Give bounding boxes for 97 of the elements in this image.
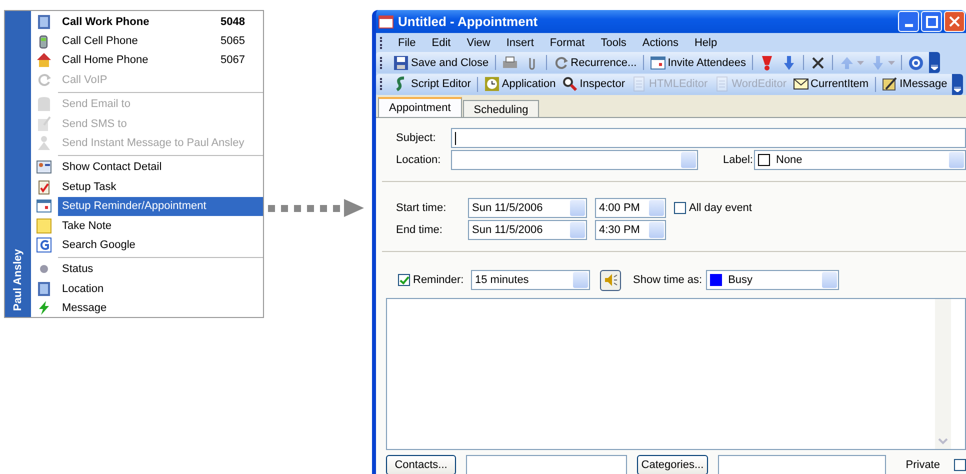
maximize-button[interactable] <box>921 11 942 32</box>
checkbox-label: Reminder: <box>412 274 465 286</box>
document-icon <box>631 76 647 92</box>
tab[interactable]: Scheduling <box>462 100 540 118</box>
envelope-icon <box>792 76 809 92</box>
save-icon <box>393 54 409 71</box>
pen-icon <box>882 76 898 92</box>
contact-name: Paul Ansley <box>12 249 24 311</box>
categories-button[interactable]: Categories... <box>637 455 708 474</box>
g-logo-icon <box>36 236 52 253</box>
caret-icon <box>888 60 895 65</box>
sticky-note-icon <box>36 218 52 234</box>
contact-card-icon <box>36 159 52 176</box>
clock-icon <box>484 76 500 92</box>
checkbox[interactable] <box>674 202 686 214</box>
lightning-icon <box>36 300 52 316</box>
field-label: Location: <box>395 154 442 166</box>
calendar-icon <box>650 54 666 71</box>
menu-item[interactable]: Call Home Phone 5067 <box>58 50 263 70</box>
menu-item[interactable]: Insert <box>498 36 542 49</box>
categories-field[interactable] <box>718 455 886 474</box>
date-combo[interactable]: Sun 11/5/2006 <box>468 220 587 240</box>
label-combo[interactable]: None <box>754 150 966 170</box>
calendar-icon <box>378 14 394 30</box>
menu-item[interactable]: Setup Task <box>58 177 263 197</box>
refresh-icon <box>552 54 569 71</box>
menu-item[interactable]: Take Note <box>58 216 263 236</box>
field-label: Show time as: <box>632 274 702 286</box>
menu-item[interactable]: Status <box>58 260 263 280</box>
menu-item[interactable]: Location <box>58 279 263 298</box>
up-arrow-icon <box>838 54 855 71</box>
toolbar-button[interactable]: Inspector <box>558 74 628 95</box>
checkbox-label: All day event <box>688 202 752 214</box>
close-button[interactable] <box>944 11 965 32</box>
checkbox[interactable] <box>954 459 966 472</box>
toolbar-button[interactable]: Invite Attendees <box>646 52 749 74</box>
menu-item[interactable]: Tools <box>592 36 634 49</box>
notepad-icon <box>36 116 52 132</box>
printer-icon <box>502 54 518 71</box>
menu-item[interactable]: Call Cell Phone 5065 <box>58 31 263 51</box>
speech-bubble-icon <box>36 96 52 112</box>
field-label: Start time: <box>395 202 448 214</box>
minimize-icon <box>904 24 912 28</box>
menu-item[interactable]: File <box>390 36 424 49</box>
sound-button[interactable] <box>600 270 621 291</box>
field-label: Label: <box>722 154 754 166</box>
toolbar-options-button[interactable] <box>952 74 964 95</box>
menu-item[interactable]: Message <box>58 298 263 318</box>
subject-field[interactable] <box>451 128 966 148</box>
menu-item[interactable]: Setup Reminder/Appointment <box>58 196 263 216</box>
chevron-down-icon <box>937 437 949 446</box>
location-combo[interactable] <box>451 150 698 170</box>
speaker-icon <box>604 273 618 288</box>
menu-item[interactable]: Search Google <box>58 235 263 255</box>
contacts-button[interactable]: Contacts... <box>386 455 456 474</box>
maximize-icon <box>926 16 938 28</box>
menu-item[interactable]: Actions <box>634 36 686 49</box>
time-combo[interactable]: 4:00 PM <box>595 198 666 218</box>
toolbar-button[interactable]: IMessage <box>878 74 950 95</box>
window-title: Untitled - Appointment <box>398 14 539 30</box>
field-label: End time: <box>395 224 444 236</box>
magnifier-icon <box>562 76 578 92</box>
toolbar-button[interactable]: Save and Close <box>390 52 492 74</box>
refresh-icon <box>36 72 52 88</box>
clipboard-icon <box>36 178 52 195</box>
help-icon <box>908 54 924 71</box>
checkbox[interactable] <box>398 274 410 286</box>
toolbar-button[interactable]: Recurrence... <box>550 52 640 74</box>
tab[interactable]: Appointment <box>378 97 462 118</box>
chevron-icon <box>954 86 962 92</box>
toolbar-button[interactable]: CurrentItem <box>790 74 872 95</box>
checkbox-label: Private <box>906 459 940 472</box>
menu-item[interactable]: Help <box>686 36 726 49</box>
toolbar-options-button[interactable] <box>928 52 940 74</box>
menu-item[interactable]: Call Work Phone 5048 <box>58 12 263 32</box>
house-icon <box>36 52 52 68</box>
caret-icon <box>856 60 864 65</box>
delete-icon <box>810 54 826 71</box>
toolbar-button[interactable]: Script Editor <box>390 74 474 95</box>
close-icon <box>949 16 960 28</box>
show-time-as-combo[interactable]: Busy <box>706 270 840 290</box>
contacts-field[interactable] <box>466 455 628 474</box>
reminder-combo[interactable]: 15 minutes <box>471 270 590 290</box>
document-icon <box>714 76 730 92</box>
menu-item[interactable]: View <box>458 36 498 49</box>
chevron-icon <box>930 65 938 70</box>
toolbar-button[interactable]: Application <box>480 74 559 95</box>
calendar-icon <box>36 198 52 214</box>
field-label: Subject: <box>395 132 437 144</box>
menu-item[interactable]: Edit <box>424 36 459 49</box>
date-combo[interactable]: Sun 11/5/2006 <box>468 198 587 218</box>
time-combo[interactable]: 4:30 PM <box>595 220 666 240</box>
menu-item[interactable]: Format <box>542 36 593 49</box>
minimize-button[interactable] <box>898 11 919 32</box>
menu-item[interactable]: Show Contact Detail <box>58 158 263 178</box>
person-icon <box>36 135 52 152</box>
scrollbar[interactable] <box>935 299 951 450</box>
